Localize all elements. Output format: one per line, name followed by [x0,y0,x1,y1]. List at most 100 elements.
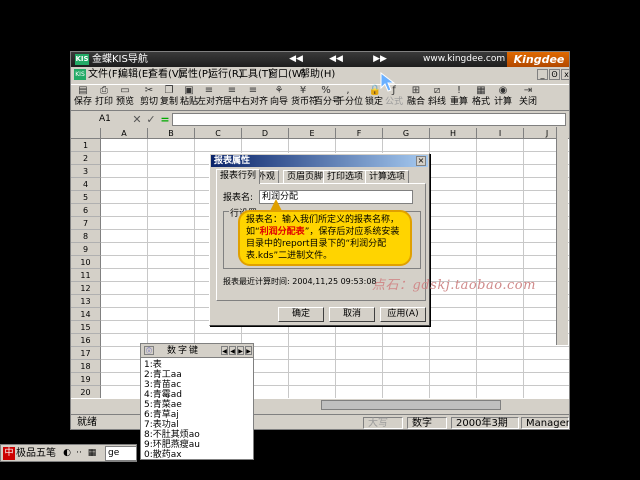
row-header[interactable]: 5 [71,191,101,204]
row-header[interactable]: 4 [71,178,101,191]
ime-candidate[interactable]: 8:不肚其烦ao [144,430,200,440]
ime-candidate[interactable]: 7:表功al [144,420,179,430]
toolbar-button-align-right[interactable]: ≡ 右对齐 [241,86,268,111]
ime-last-button[interactable]: ▶ [245,346,252,355]
column-header[interactable]: F [336,128,383,139]
row-header[interactable]: 15 [71,321,101,334]
toolbar-button-currency[interactable]: ¥ 货币符 [291,86,319,111]
ime-name[interactable]: 极品五笔 [16,447,56,460]
column-header[interactable]: B [148,128,195,139]
column-header[interactable]: D [242,128,289,139]
ime-prev-button[interactable]: ◀ [229,346,236,355]
tab-rows-columns[interactable]: 报表行列 [216,169,261,184]
punctuation-toggle-icon[interactable]: ·· [74,447,84,460]
ime-candidate[interactable]: 2:青工aa [144,370,182,380]
select-all-corner[interactable] [71,128,101,139]
row-header[interactable]: 16 [71,334,101,347]
close-window-button[interactable]: x [561,69,569,80]
ime-composition-input[interactable]: ge [105,446,137,461]
ime-candidate[interactable]: 5:青菜ae [144,400,182,410]
cancel-button[interactable]: 取消 [329,307,375,322]
column-header[interactable]: A [101,128,148,139]
ok-button[interactable]: 确定 [278,307,324,322]
column-header[interactable]: H [430,128,477,139]
row-header[interactable]: 9 [71,243,101,256]
cancel-formula-icon[interactable]: ✕ [131,113,143,126]
ime-candidate[interactable]: 4:青霉ad [144,390,182,400]
toolbar-button-label: 货币符 [291,97,319,107]
menu-properties[interactable]: 属性(P) [178,69,212,81]
toolbar-button-calc[interactable]: ◉ 计算 [491,86,515,111]
toolbar-button-preview[interactable]: ▭ 预览 [113,86,137,111]
row-header[interactable]: 3 [71,165,101,178]
row-header[interactable]: 13 [71,295,101,308]
cell-reference[interactable]: A1 [74,113,130,126]
ime-candidate[interactable]: 0:散药ax [144,450,182,460]
row-header[interactable]: 14 [71,308,101,321]
row-header[interactable]: 1 [71,139,101,152]
row-header[interactable]: 18 [71,360,101,373]
menu-edit[interactable]: 编辑(E) [118,69,152,81]
ime-next-button[interactable]: ▶ [237,346,244,355]
toolbar-button-align-left[interactable]: ≡ 左对齐 [197,85,225,111]
soft-keyboard-icon[interactable]: ▦ [87,447,97,460]
app-icon[interactable]: KIS [74,69,86,80]
toolbar-button-wizard[interactable]: ⚘ 向导 [267,86,291,111]
ime-candidate[interactable]: 6:青草aj [144,410,179,420]
formula-input[interactable] [172,113,566,126]
row-header[interactable]: 8 [71,230,101,243]
row-header[interactable]: 7 [71,217,101,230]
column-header[interactable]: E [289,128,336,139]
report-name-input[interactable]: 利润分配 [259,190,413,204]
row-header[interactable]: 17 [71,347,101,360]
toolbar-button-diagonal[interactable]: ⧄ 斜线 [425,86,449,111]
toolbar-button-percent[interactable]: % 百分号 [314,86,341,111]
row-header[interactable]: 10 [71,256,101,269]
ime-candidate[interactable]: 3:青苗ac [144,380,181,390]
menu-file[interactable]: 文件(F) [88,69,122,81]
menu-help[interactable]: 帮助(H) [300,69,335,81]
dialog-close-button[interactable]: × [416,156,426,166]
ime-first-button[interactable]: ◀ [221,346,228,355]
row-header[interactable]: 11 [71,269,101,282]
minimize-button[interactable]: _ [537,69,548,80]
equals-icon[interactable]: = [159,113,171,126]
ime-candidate[interactable]: 1:表 [144,360,162,370]
website-url[interactable]: www.kingdee.com [423,53,505,66]
column-header[interactable]: I [477,128,524,139]
close-icon: ⇥ [523,85,533,96]
row-header[interactable]: 12 [71,282,101,295]
align-left-icon: ≡ [204,85,214,96]
apply-button[interactable]: 应用(A) [380,307,426,322]
column-header[interactable]: C [195,128,242,139]
toolbar-button-label: 格式 [471,97,490,107]
toolbar-button-thousands[interactable]: , 千分位 [336,86,363,111]
row-header[interactable]: 20 [71,386,101,398]
tab-calc-options[interactable]: 计算选项 [365,170,410,183]
row-header[interactable]: 19 [71,373,101,386]
toolbar-button-label: 左对齐 [197,97,225,107]
row-header[interactable]: 2 [71,152,101,165]
restore-button[interactable]: ʘ [549,69,560,80]
horizontal-scroll-thumb[interactable] [321,400,501,410]
menu-tools[interactable]: 工具(T) [238,69,272,81]
column-header[interactable]: G [383,128,430,139]
nav-forward-button[interactable]: ▶▶ [373,54,387,65]
toolbar-button-format[interactable]: ▦ 格式 [469,86,493,111]
nav-first-button[interactable]: ◀◀ [289,54,303,65]
toolbar-button-close[interactable]: ⇥ 关闭 [516,86,540,111]
confirm-formula-icon[interactable]: ✓ [145,113,157,126]
row-header[interactable]: 6 [71,204,101,217]
ime-candidate[interactable]: 9:环肥燕瘦au [144,440,200,450]
tab-print-options[interactable]: 打印选项 [323,170,368,183]
preview-icon: ▭ [120,85,130,96]
callout-highlight: 利润分配表 [259,227,305,237]
dialog-title: 报表属性 × [211,155,428,167]
language-indicator[interactable]: 中 [3,447,15,460]
tab-header-footer[interactable]: 页眉页脚 [283,170,328,183]
nav-back-button[interactable]: ◀◀ [329,54,343,65]
copy-icon: ❐ [164,85,174,96]
fullwidth-toggle-icon[interactable]: ◐ [62,447,72,460]
toolbar-button-recalc[interactable]: ! 重算 [447,86,471,111]
vertical-scrollbar[interactable] [556,127,568,345]
